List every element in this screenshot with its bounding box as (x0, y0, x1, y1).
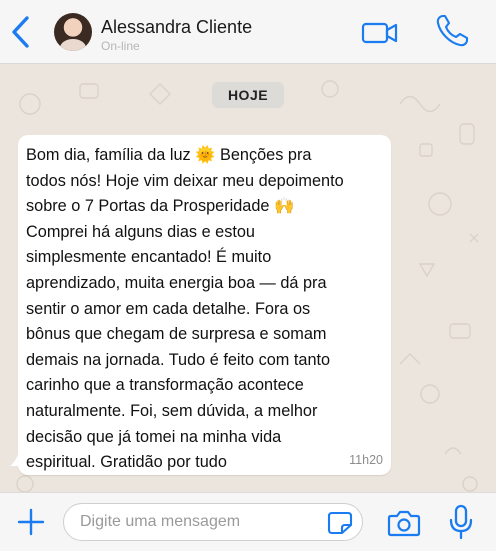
avatar[interactable] (54, 13, 92, 51)
chat-header: Alessandra Cliente On-line (0, 0, 496, 64)
message-line: carinho que a transformação acontece (26, 376, 304, 395)
message-line: espiritual. Gratidão por tudo (26, 453, 227, 472)
phone-icon[interactable] (434, 13, 470, 49)
microphone-icon[interactable] (448, 504, 474, 540)
message-line: Comprei há alguns dias e estou (26, 222, 255, 241)
message-line: decisão que já tomei na minha vida (26, 427, 282, 446)
contact-status: On-line (101, 39, 140, 53)
message-line: simplesmente encantado! É muito (26, 248, 272, 267)
chevron-left-icon[interactable] (8, 14, 34, 50)
message-line: todos nós! Hoje vim deixar meu depoiment… (26, 171, 344, 190)
camera-icon[interactable] (387, 508, 421, 538)
message-timestamp: 11h20 (349, 453, 383, 467)
contact-name[interactable]: Alessandra Cliente (101, 17, 252, 38)
date-divider: HOJE (212, 82, 284, 108)
message-line: demais na jornada. Tudo é feito com tant… (26, 350, 331, 369)
chat-area[interactable]: HOJE Bom dia, família da luz 🌞 Benções p… (0, 64, 496, 492)
message-input[interactable] (63, 503, 363, 541)
message-bubble[interactable]: Bom dia, família da luz 🌞 Benções pra to… (18, 135, 391, 475)
message-line: Bom dia, família da luz 🌞 Benções pra (26, 146, 312, 164)
composer-bar (0, 492, 496, 551)
message-line: naturalmente. Foi, sem dúvida, a melhor (26, 401, 318, 420)
message-line: sobre o 7 Portas da Prosperidade 🙌 (26, 197, 295, 216)
message-line: bônus que chegam de surpresa e somam (26, 325, 327, 344)
video-camera-icon[interactable] (361, 19, 399, 47)
message-line: sentir o amor em cada detalhe. Fora os (26, 299, 311, 318)
plus-icon[interactable] (16, 507, 46, 537)
message-line: aprendizado, muita energia boa — dá pra (26, 273, 327, 292)
sticker-icon[interactable] (327, 511, 353, 535)
message-text: Bom dia, família da luz 🌞 Benções pra to… (26, 143, 378, 476)
